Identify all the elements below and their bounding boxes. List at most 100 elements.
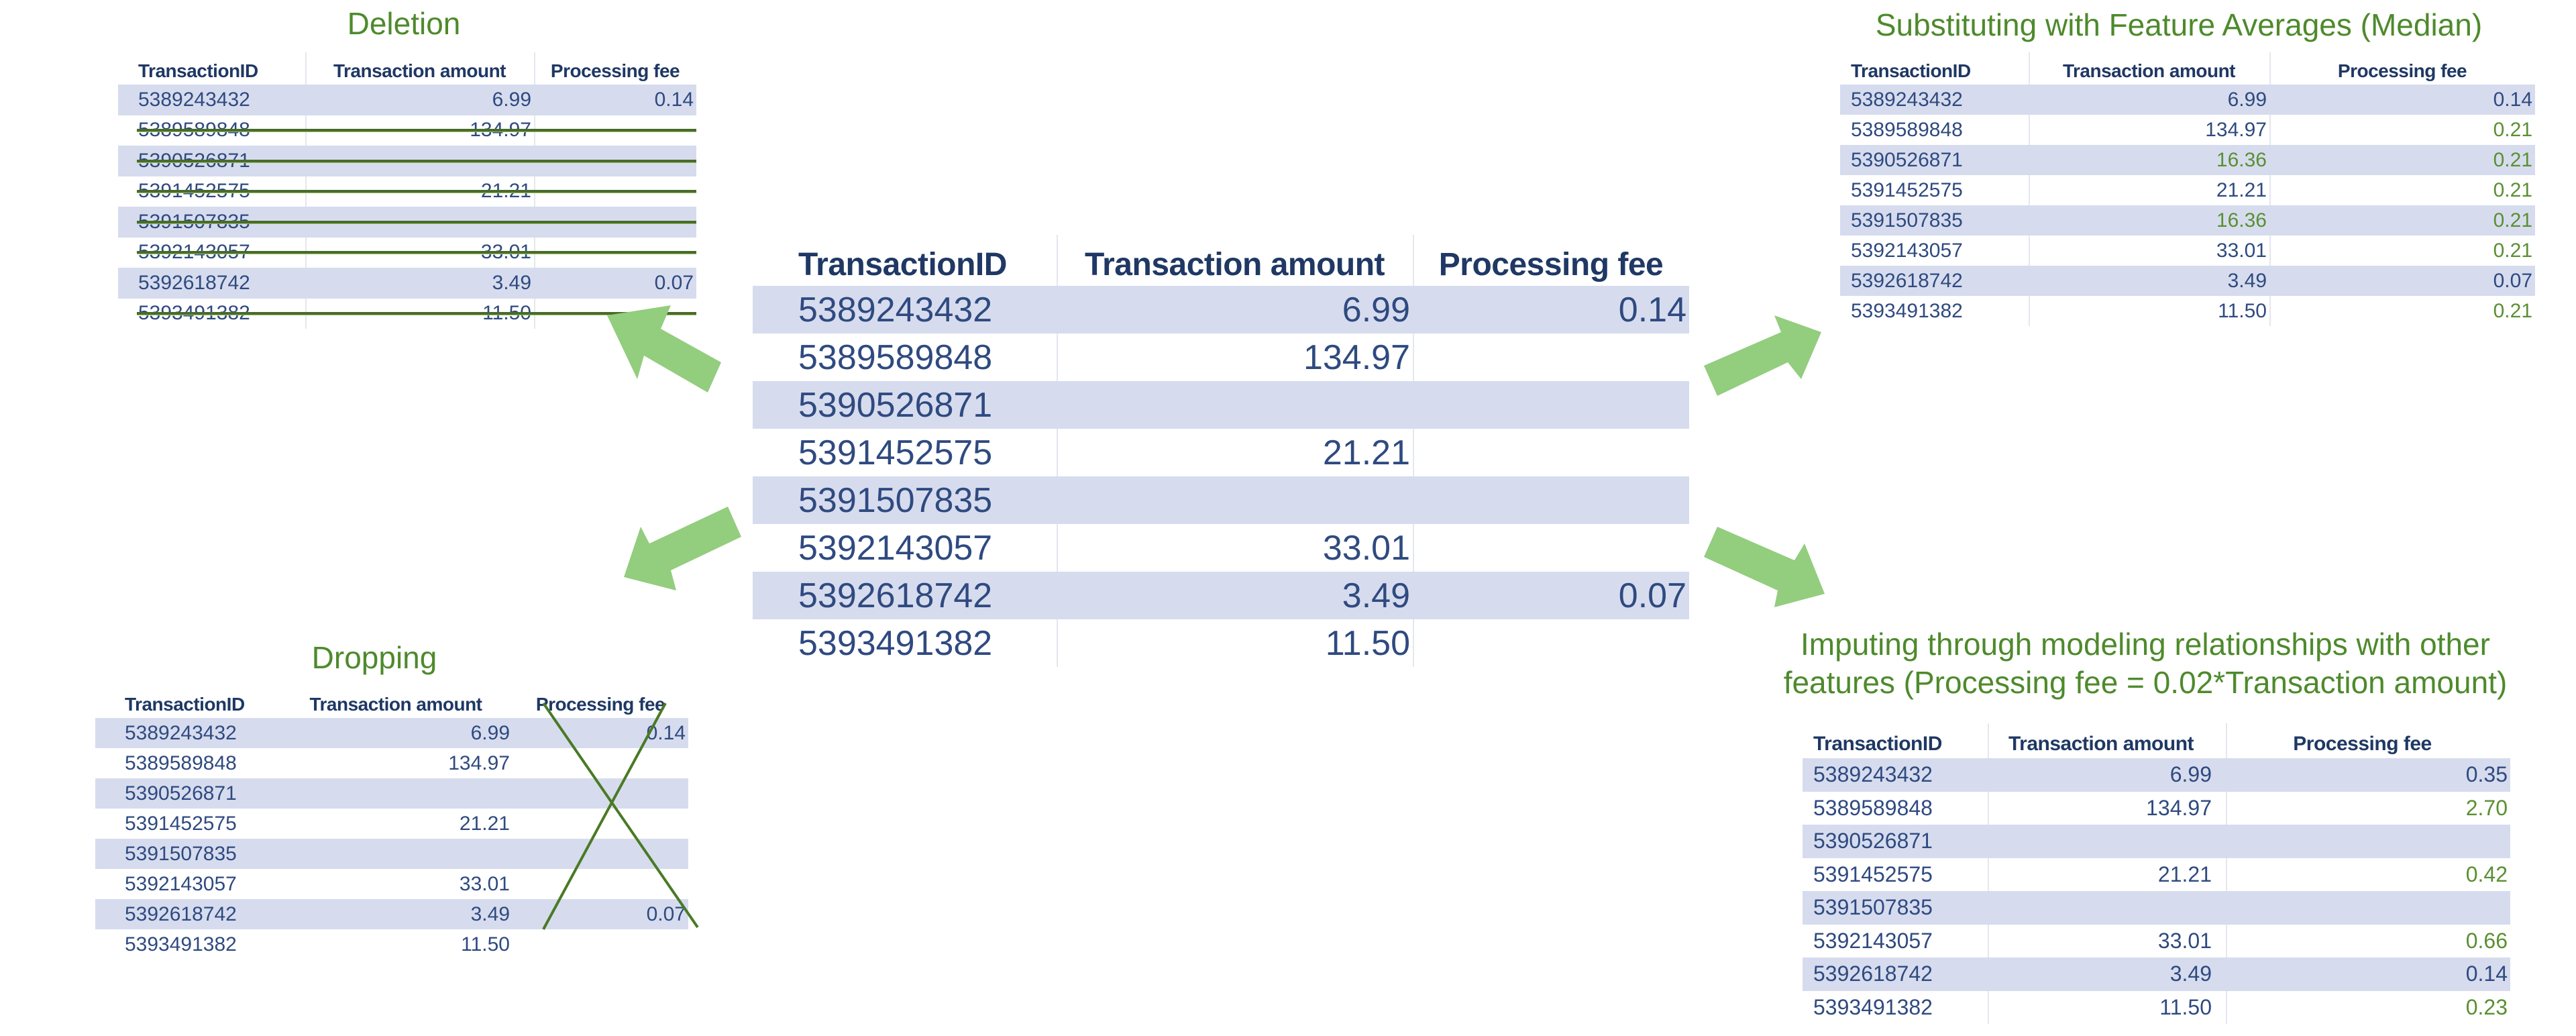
transaction-amount-cell: 6.99 xyxy=(1342,290,1410,329)
modeling-title-line2: features (Processing fee = 0.02*Transact… xyxy=(1783,665,2508,700)
row-strikethrough xyxy=(137,251,696,255)
row-strikethrough xyxy=(137,312,696,316)
arrow-to-modeling-icon xyxy=(1704,527,1825,607)
table-header: TransactionID Transaction amount Processin… xyxy=(1803,723,2510,760)
processing-fee-cell: 0.42 xyxy=(2465,862,2508,886)
transaction-id-cell: 5389589848 xyxy=(125,752,237,774)
transaction-amount-cell: 3.49 xyxy=(2227,269,2267,292)
transaction-amount-cell: 16.36 xyxy=(2216,148,2267,171)
table-row: 5389589848 134.97 2.70 xyxy=(1803,792,2510,825)
table-row: 5392143057 33.01 0.66 xyxy=(1803,925,2510,958)
table-row: 5391452575 21.21 0.42 xyxy=(1803,858,2510,892)
transaction-amount-cell: 134.97 xyxy=(2205,118,2267,141)
transaction-amount-cell: 33.01 xyxy=(459,872,510,895)
transaction-id-cell: 5391507835 xyxy=(125,842,237,865)
transaction-amount-cell: 134.97 xyxy=(448,752,510,774)
table-row: 5392143057 33.01 xyxy=(118,238,696,268)
table-row: 5389589848 134.97 xyxy=(753,333,1689,381)
table-row: 5391507835 xyxy=(118,207,696,238)
table-row: 5389243432 6.99 0.14 xyxy=(95,718,688,748)
transaction-amount-cell: 134.97 xyxy=(1303,338,1410,377)
transaction-amount-cell: 11.50 xyxy=(2218,299,2267,322)
table-row: 5392143057 33.01 xyxy=(753,524,1689,572)
transaction-amount-cell: 33.01 xyxy=(1322,528,1410,568)
transaction-id-cell: 5391452575 xyxy=(1813,862,1933,886)
transaction-id-cell: 5393491382 xyxy=(1851,299,1963,322)
arrow-to-median-icon xyxy=(1704,315,1821,396)
processing-fee-cell xyxy=(1413,429,1686,476)
transaction-id-cell: 5393491382 xyxy=(1813,994,1933,1019)
column-header: Transaction amount xyxy=(1084,247,1385,282)
transaction-amount-cell: 134.97 xyxy=(2146,795,2212,820)
transaction-amount-cell: 21.21 xyxy=(1322,433,1410,472)
modeling-title-line1: Imputing through modeling relationships … xyxy=(1801,627,2490,662)
processing-fee-cell xyxy=(513,839,686,869)
processing-fee-cell: 0.14 xyxy=(646,721,686,744)
column-header: TransactionID xyxy=(125,694,245,715)
transaction-id-cell: 5390526871 xyxy=(1813,829,1933,853)
transaction-amount-cell: 16.36 xyxy=(2216,209,2267,231)
table-row: 5392618742 3.49 0.07 xyxy=(1840,266,2535,296)
transaction-id-cell: 5392618742 xyxy=(1851,269,1963,292)
processing-fee-cell xyxy=(1413,476,1686,524)
transaction-amount-cell: 3.49 xyxy=(470,902,510,925)
processing-fee-cell: 0.21 xyxy=(2493,148,2532,171)
table-row: 5390526871 xyxy=(95,778,688,809)
dropping-table: TransactionID Transaction amount Processin… xyxy=(95,686,688,960)
table-row: 5391507835 xyxy=(95,839,688,869)
processing-fee-cell: 0.66 xyxy=(2465,928,2508,953)
transaction-amount-cell: 3.49 xyxy=(1342,576,1410,615)
transaction-amount-cell: 21.21 xyxy=(459,812,510,835)
table-row: 5392618742 3.49 0.14 xyxy=(1803,957,2510,991)
transaction-id-cell: 5392618742 xyxy=(1813,962,1933,986)
processing-fee-cell: 0.21 xyxy=(2493,118,2532,141)
transaction-amount-cell xyxy=(279,839,510,869)
column-header: Processing fee xyxy=(1438,247,1664,282)
table-row: 5389589848 134.97 xyxy=(118,115,696,146)
transaction-id-cell: 5392143057 xyxy=(1813,928,1933,953)
transaction-amount-cell: 21.21 xyxy=(2216,178,2267,201)
table-row: 5393491382 11.50 0.21 xyxy=(1840,296,2535,326)
processing-fee-cell: 0.21 xyxy=(2493,239,2532,262)
table-row: 5393491382 11.50 xyxy=(95,929,688,960)
transaction-amount-cell xyxy=(1988,825,2212,858)
processing-fee-cell: 0.23 xyxy=(2465,994,2508,1019)
processing-fee-cell: 0.07 xyxy=(2493,269,2532,292)
table-row: 5391452575 21.21 xyxy=(95,809,688,839)
processing-fee-cell xyxy=(2214,891,2508,925)
table-row: 5391507835 xyxy=(1803,891,2510,925)
transaction-id-cell: 5391507835 xyxy=(1813,895,1933,920)
transaction-id-cell: 5389243432 xyxy=(798,290,993,329)
processing-fee-cell: 2.70 xyxy=(2465,795,2508,820)
row-strikethrough xyxy=(137,190,696,194)
processing-fee-cell: 0.21 xyxy=(2493,178,2532,201)
transaction-id-cell: 5391452575 xyxy=(125,812,237,835)
transaction-id-cell: 5389243432 xyxy=(138,88,250,111)
table-row: 5390526871 16.36 0.21 xyxy=(1840,145,2535,175)
median-table: TransactionID Transaction amount Processin… xyxy=(1840,52,2535,326)
table-header: TransactionID Transaction amount Processin… xyxy=(1840,52,2535,87)
transaction-amount-cell: 3.49 xyxy=(492,271,531,294)
table-row: 5393491382 11.50 xyxy=(753,619,1689,667)
column-header: TransactionID xyxy=(798,247,1007,282)
table-row: 5391452575 21.21 0.21 xyxy=(1840,175,2535,205)
column-header: Transaction amount xyxy=(309,694,482,715)
table-row: 5391507835 xyxy=(753,476,1689,524)
table-header: TransactionID Transaction amount Processin… xyxy=(118,52,696,87)
processing-fee-cell xyxy=(513,748,686,778)
table-row: 5392143057 33.01 0.21 xyxy=(1840,236,2535,266)
processing-fee-cell xyxy=(2214,825,2508,858)
table-row: 5392618742 3.49 0.07 xyxy=(95,899,688,929)
table-row: 5393491382 11.50 xyxy=(118,299,696,329)
table-header: TransactionID Transaction amount Processin… xyxy=(753,235,1689,288)
table-row: 5392143057 33.01 xyxy=(95,869,688,899)
transaction-amount-cell: 33.01 xyxy=(2157,928,2212,953)
column-header: TransactionID xyxy=(1813,733,1942,755)
processing-fee-cell xyxy=(513,869,686,899)
deletion-title: Deletion xyxy=(347,6,461,41)
transaction-id-cell: 5393491382 xyxy=(798,623,993,663)
transaction-amount-cell: 6.99 xyxy=(492,88,531,111)
column-header: Processing fee xyxy=(2293,733,2432,755)
transaction-amount-cell xyxy=(1057,381,1410,429)
table-row: 5389243432 6.99 0.35 xyxy=(1803,758,2510,792)
